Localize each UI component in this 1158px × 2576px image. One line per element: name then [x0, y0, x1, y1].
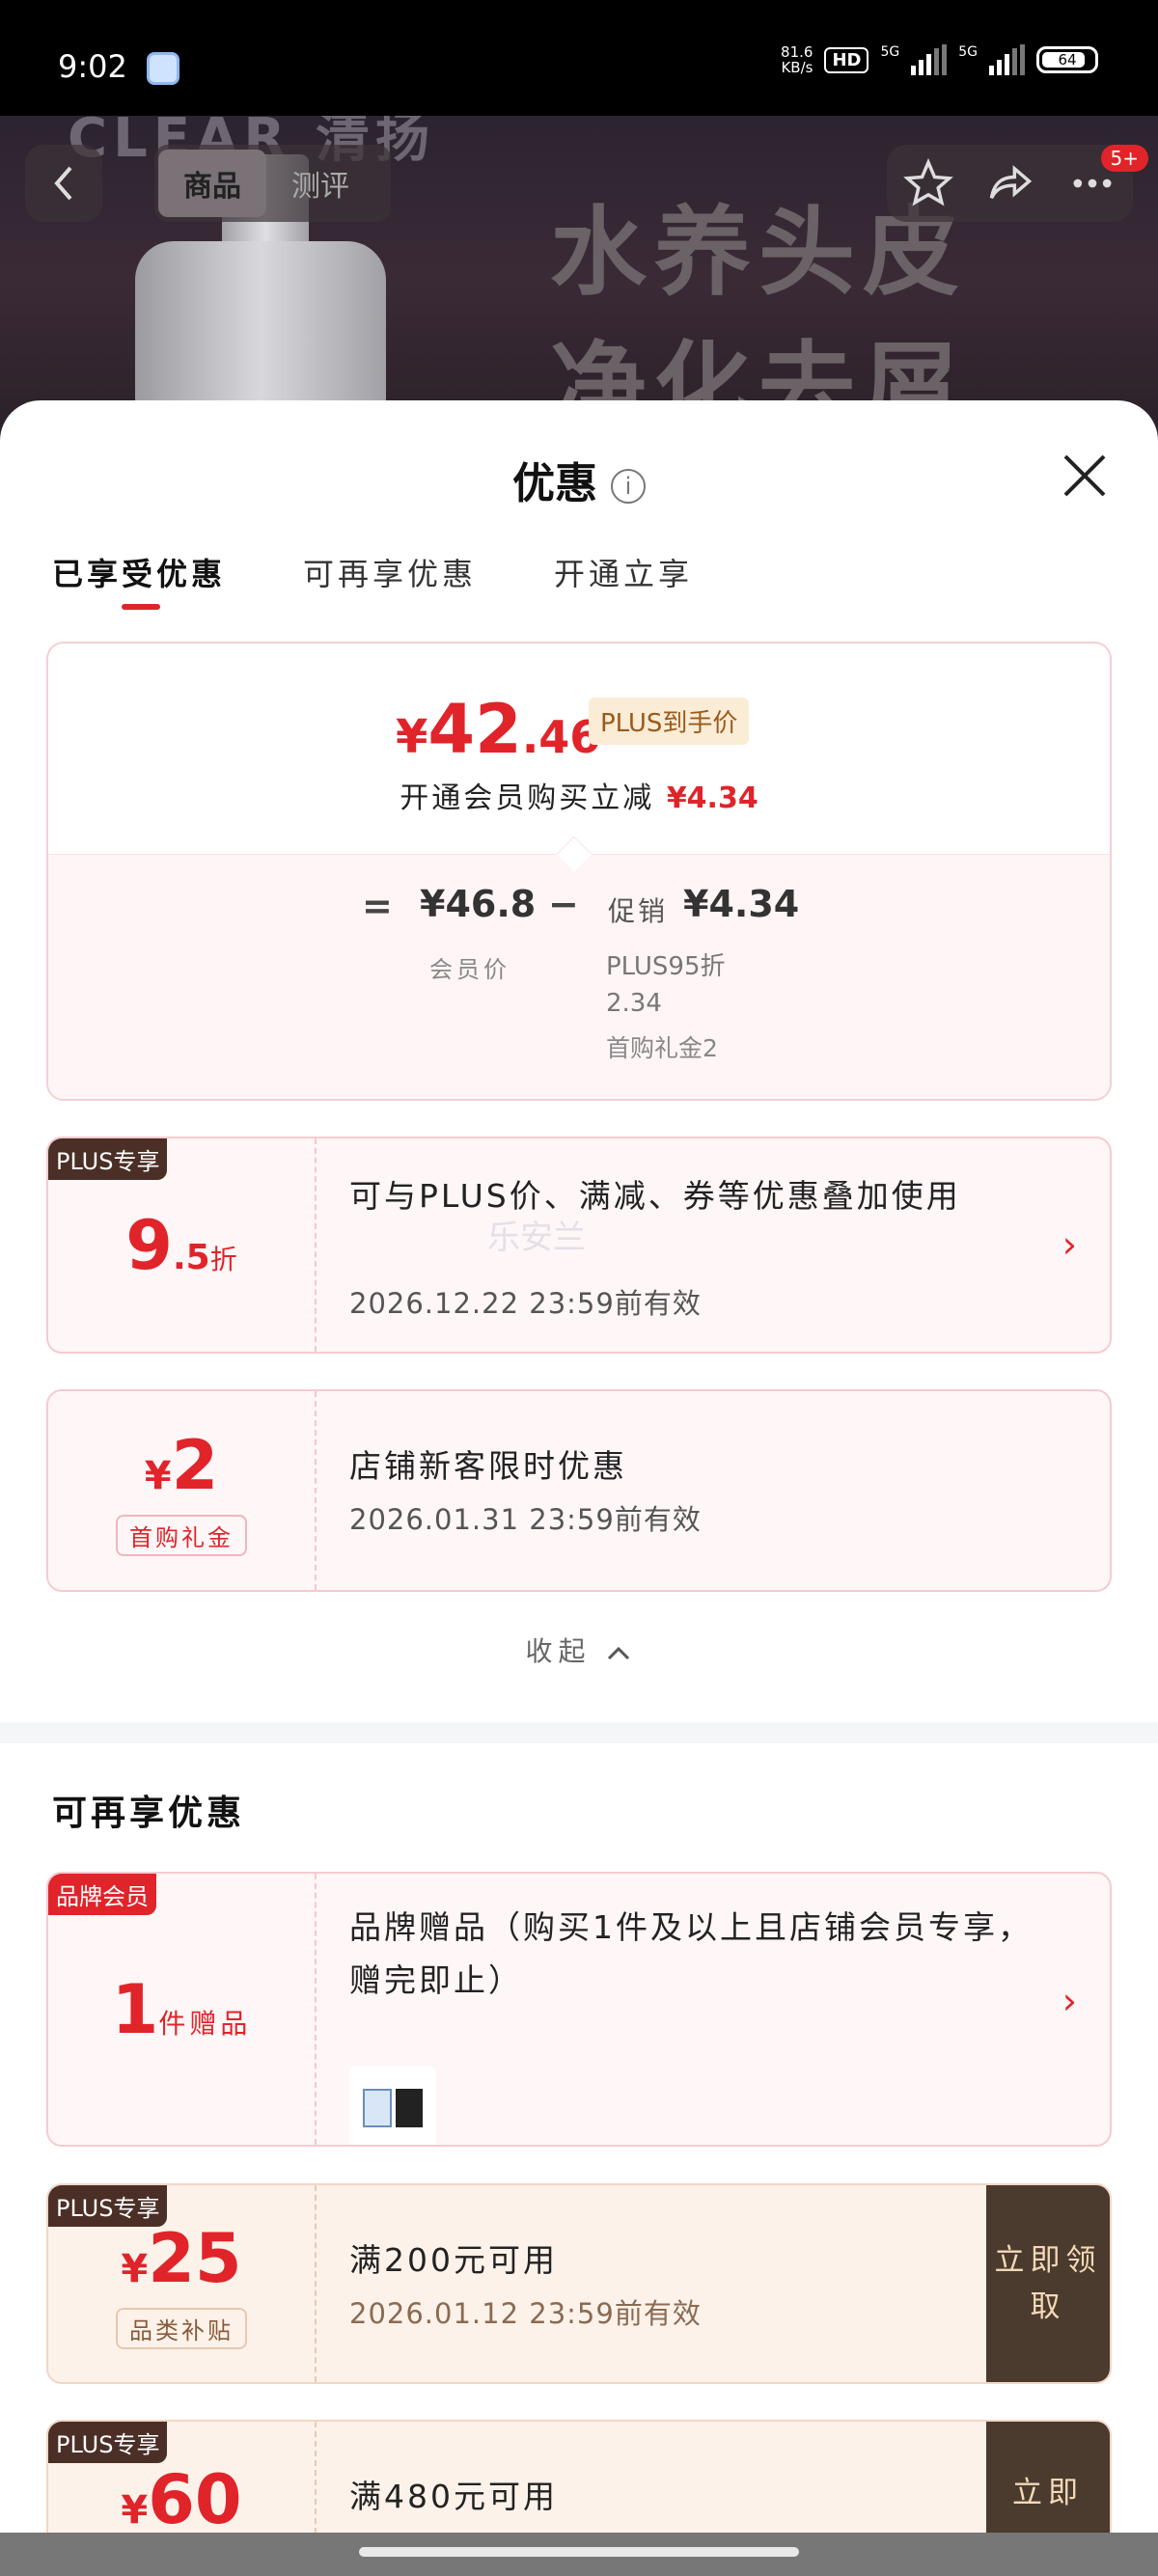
save-line: 开通会员购买立减 ¥4.34	[400, 781, 758, 815]
status-indicators: 81.6 KB/s HD 5G 5G 64	[781, 44, 1098, 75]
claim-button[interactable]: 立即	[986, 2422, 1110, 2533]
battery-icon: 64	[1036, 46, 1098, 73]
signal-2-label: 5G	[958, 44, 978, 60]
home-indicator[interactable]	[359, 2547, 799, 2557]
signal-2-icon	[989, 44, 1025, 75]
network-speed: 81.6 KB/s	[781, 43, 813, 76]
price-summary-card: ¥42.46 PLUS到手价 开通会员购买立减 ¥4.34 = ¥46.8 − …	[46, 642, 1112, 1101]
coupon-value: ¥60	[121, 2460, 242, 2533]
share-icon[interactable]	[985, 158, 1035, 208]
discount-tabs: 已享受优惠 可再享优惠 开通立享	[52, 550, 693, 610]
promo-amount: ¥4.34	[683, 883, 800, 925]
tab-product[interactable]: 商品	[158, 150, 266, 217]
status-bar: 9:02 81.6 KB/s HD 5G 5G 64	[0, 0, 1158, 116]
more-discounts-title: 可再享优惠	[52, 1794, 246, 1833]
star-icon[interactable]	[902, 158, 953, 208]
coupon-desc: 店铺新客限时优惠	[349, 1447, 627, 1485]
coupon-value: 9.5折	[125, 1205, 237, 1285]
coupon-category-subsidy: PLUS专享 ¥25 品类补贴 满200元可用 2026.01.12 23:59…	[46, 2183, 1112, 2384]
watermark: 乐安兰	[487, 1219, 586, 1257]
coupon-first-gift: ¥2 首购礼金 店铺新客限时优惠 2026.01.31 23:59前有效	[46, 1389, 1112, 1592]
app-notification-icon	[147, 52, 179, 85]
coupon-value: ¥2 首购礼金	[48, 1391, 315, 1590]
first-gift-detail: 首购礼金2	[606, 1034, 718, 1062]
plus95-detail: PLUS95折 2.34	[606, 952, 726, 1018]
coupon-valid: 2026.12.22 23:59前有效	[349, 1287, 702, 1320]
plus-price-tag: PLUS到手价	[589, 698, 750, 745]
coupon-desc: 品牌赠品（购买1件及以上且店铺会员专享，赠完即止）	[349, 1908, 1033, 1999]
coupon-valid: 2026.01.31 23:59前有效	[349, 1503, 702, 1536]
close-icon[interactable]	[1058, 449, 1112, 503]
chevron-right-icon[interactable]: ›	[1062, 1223, 1077, 1266]
gift-thumbnail	[349, 2067, 436, 2145]
chevron-left-icon	[54, 166, 72, 201]
coupon-desc: 满200元可用	[349, 2241, 558, 2279]
coupon-60: PLUS专享 ¥60 满480元可用 立即	[46, 2420, 1112, 2533]
coupon-valid: 2026.01.12 23:59前有效	[349, 2297, 702, 2330]
tab-applied-discounts[interactable]: 已享受优惠	[52, 550, 226, 610]
claim-button[interactable]: 立即领取	[986, 2185, 1110, 2382]
minus-sign: −	[548, 883, 579, 925]
hd-voice-icon: HD	[824, 46, 869, 73]
tab-join-discounts[interactable]: 开通立享	[554, 550, 693, 594]
message-badge: 5+	[1100, 145, 1148, 172]
product-tab-switcher: 商品 测评	[154, 145, 391, 222]
coupon-value: ¥25 品类补贴	[48, 2185, 315, 2382]
tab-more-discounts[interactable]: 可再享优惠	[303, 550, 477, 594]
discount-sheet: 优惠 i 已享受优惠 可再享优惠 开通立享 ¥42.46 PLUS到手价 开通会员…	[0, 400, 1158, 2533]
coupon-brand-gift[interactable]: 品牌会员 1件赠品 品牌赠品（购买1件及以上且店铺会员专享，赠完即止） ›	[46, 1872, 1112, 2147]
collapse-button[interactable]: 收起	[0, 1631, 1158, 1669]
section-divider	[0, 1722, 1158, 1743]
promo-label: 促销	[608, 895, 669, 927]
sheet-title: 优惠 i	[0, 449, 1158, 510]
coupon-value: 1件赠品	[111, 1969, 252, 2049]
signal-1-icon	[911, 44, 948, 75]
equals-sign: =	[362, 885, 393, 927]
chevron-up-icon	[608, 1646, 630, 1660]
price-breakdown	[48, 854, 1110, 1099]
back-button[interactable]	[25, 145, 102, 222]
status-time: 9:02	[58, 48, 127, 85]
info-icon[interactable]: i	[611, 469, 646, 504]
category-subsidy-badge: 品类补贴	[116, 2307, 247, 2349]
top-actions	[887, 145, 1133, 222]
chevron-right-icon[interactable]: ›	[1062, 1980, 1077, 2022]
signal-1-label: 5G	[880, 44, 900, 60]
coupon-desc: 可与PLUS价、满减、券等优惠叠加使用	[349, 1177, 961, 1215]
member-price: ¥46.8	[420, 883, 537, 925]
plus-final-price: ¥42.46	[396, 690, 601, 769]
coupon-desc: 满480元可用	[349, 2478, 558, 2515]
member-price-label: 会员价	[429, 956, 510, 983]
tab-reviews[interactable]: 测评	[266, 150, 374, 217]
first-gift-badge: 首购礼金	[116, 1514, 247, 1556]
